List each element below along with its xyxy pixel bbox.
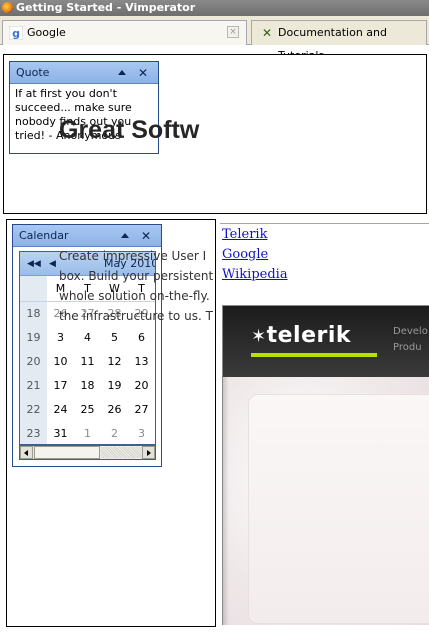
calendar-day[interactable]: 31 — [47, 421, 74, 444]
quote-widget-title: Quote — [16, 66, 50, 79]
week-number: 18 — [20, 300, 47, 325]
telerik-site-frame[interactable]: ✶telerik Develo Produ — [222, 305, 429, 625]
hero-title: Great Softw — [59, 116, 200, 144]
calendar-day[interactable]: 27 — [128, 397, 155, 421]
horizontal-scrollbar[interactable] — [19, 445, 156, 460]
hero-copy: Create impressive User I box. Build your… — [59, 246, 239, 326]
previous-month-icon[interactable]: ◀ — [49, 252, 56, 276]
calendar-day[interactable]: 11 — [74, 349, 101, 373]
calendar-week-row: 19 3 4 5 6 — [20, 325, 155, 349]
week-number: 19 — [20, 325, 47, 349]
site-header-nav[interactable]: Develo Produ — [393, 324, 428, 356]
calendar-day[interactable]: 24 — [47, 397, 74, 421]
calendar-day[interactable]: 19 — [101, 373, 128, 397]
site-frame-shadow — [223, 377, 229, 625]
hero-copy-line: whole solution on-the-fly. — [59, 289, 210, 303]
calendar-week-row: 20 10 11 12 13 — [20, 349, 155, 373]
firefox-icon — [2, 2, 13, 13]
calendar-day[interactable]: 3 — [128, 421, 155, 444]
tab-label: Google — [27, 26, 66, 39]
window-title-bar: Getting Started - Vimperator — [0, 0, 429, 16]
calendar-day[interactable]: 10 — [47, 349, 74, 373]
site-header: ✶telerik Develo Produ — [223, 306, 429, 377]
google-icon: g — [9, 26, 23, 40]
logo-underline — [251, 353, 377, 357]
telerik-logo[interactable]: ✶telerik — [251, 323, 351, 353]
scroll-left-icon[interactable] — [20, 446, 33, 459]
calendar-day[interactable]: 3 — [47, 325, 74, 349]
calendar-day[interactable]: 12 — [101, 349, 128, 373]
calendar-week-row: 23 31 1 2 3 — [20, 421, 155, 444]
week-number: 21 — [20, 373, 47, 397]
close-icon[interactable]: ✕ — [141, 225, 151, 247]
calendar-widget-title: Calendar — [19, 229, 69, 242]
telerik-logo-text: telerik — [266, 323, 352, 348]
links-panel: Telerik Google Wikipedia — [220, 223, 429, 289]
site-hero — [223, 377, 429, 625]
calendar-day[interactable]: 2 — [101, 421, 128, 444]
site-nav-item[interactable]: Develo — [393, 324, 428, 340]
week-number: 23 — [20, 421, 47, 444]
telerik-logo-glyph: ✶ — [251, 326, 267, 347]
window-title: Getting Started - Vimperator — [16, 1, 196, 14]
hero-copy-line: box. Build your persistent — [59, 269, 214, 283]
calendar-day[interactable]: 26 — [101, 397, 128, 421]
calendar-day[interactable]: 13 — [128, 349, 155, 373]
link-telerik[interactable]: Telerik — [222, 227, 267, 242]
hero-copy-line: Create impressive User I — [59, 249, 207, 263]
calendar-week-row: 22 24 25 26 27 — [20, 397, 155, 421]
calendar-day[interactable]: 5 — [101, 325, 128, 349]
tab-strip: g Google × ✕ Documentation and Tutorials — [0, 16, 429, 62]
scrollbar-track[interactable] — [101, 447, 142, 458]
week-number: 22 — [20, 397, 47, 421]
calendar-day[interactable]: 1 — [74, 421, 101, 444]
vimperator-icon: ✕ — [261, 26, 273, 40]
fast-previous-icon[interactable]: ◀◀ — [27, 252, 41, 276]
close-tab-icon[interactable]: × — [227, 26, 239, 38]
hero-card — [248, 394, 429, 624]
calendar-day[interactable]: 20 — [128, 373, 155, 397]
collapse-icon[interactable] — [121, 233, 129, 238]
quote-widget-titlebar[interactable]: Quote ✕ — [10, 62, 158, 84]
calendar-day[interactable]: 4 — [74, 325, 101, 349]
tab-documentation[interactable]: ✕ Documentation and Tutorials — [251, 20, 427, 62]
scrollbar-thumb[interactable] — [34, 446, 100, 459]
collapse-icon[interactable] — [118, 70, 126, 75]
svg-text:g: g — [12, 27, 20, 40]
calendar-day[interactable]: 18 — [74, 373, 101, 397]
calendar-week-row: 21 17 18 19 20 — [20, 373, 155, 397]
week-number: 20 — [20, 349, 47, 373]
hero-copy-line: the infrastructure to us. T — [59, 309, 213, 323]
site-nav-item[interactable]: Produ — [393, 340, 428, 356]
tab-google[interactable]: g Google × — [2, 20, 247, 45]
calendar-day[interactable]: 25 — [74, 397, 101, 421]
close-icon[interactable]: ✕ — [138, 62, 148, 84]
week-number-header — [20, 276, 47, 301]
calendar-widget-titlebar[interactable]: Calendar ✕ — [13, 225, 161, 247]
scroll-right-icon[interactable] — [142, 446, 155, 459]
calendar-day[interactable]: 6 — [128, 325, 155, 349]
calendar-day[interactable]: 17 — [47, 373, 74, 397]
